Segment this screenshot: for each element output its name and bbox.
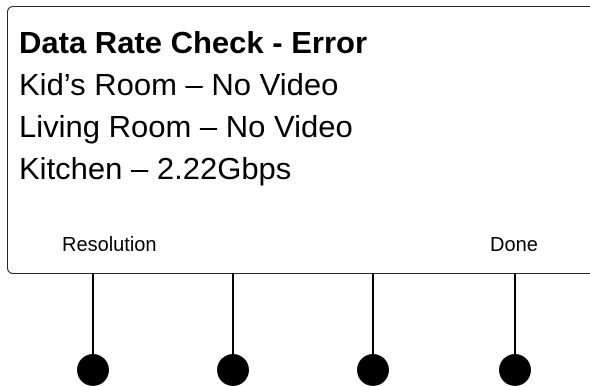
- softkey-label-done: Done: [490, 234, 538, 256]
- room-status-living-room: Living Room – No Video: [19, 109, 353, 144]
- button-4-dot[interactable]: [499, 354, 531, 386]
- room-status-kitchen: Kitchen – 2.22Gbps: [19, 151, 292, 186]
- room-status-kids-room: Kid’s Room – No Video: [19, 67, 339, 102]
- lcd-display-panel: Data Rate Check - Error Kid’s Room – No …: [7, 6, 590, 274]
- button-2-dot[interactable]: [217, 354, 249, 386]
- button-3-dot[interactable]: [357, 354, 389, 386]
- softkey-label-resolution: Resolution: [62, 234, 157, 256]
- screen-title: Data Rate Check - Error: [19, 25, 368, 60]
- button-1-dot[interactable]: [77, 354, 109, 386]
